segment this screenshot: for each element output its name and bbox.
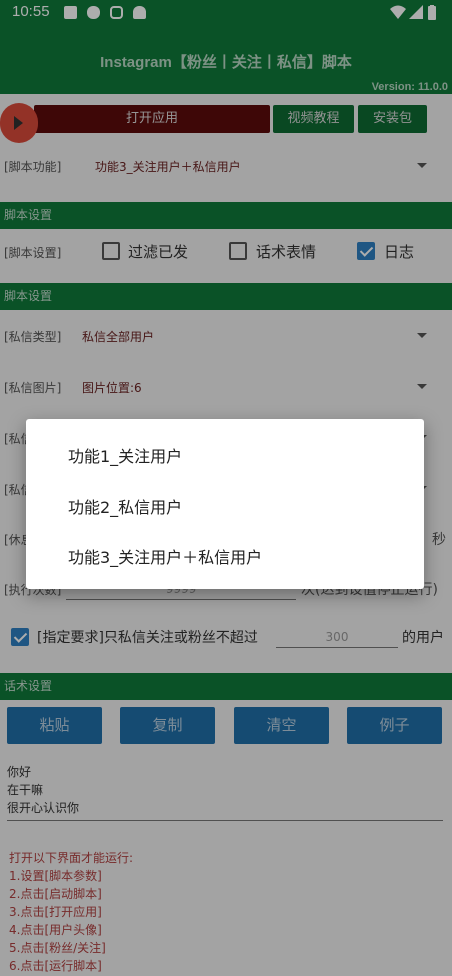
function-select-dialog: 功能1_关注用户 功能2_私信用户 功能3_关注用户＋私信用户 (26, 419, 424, 589)
dialog-option-follow-dm[interactable]: 功能3_关注用户＋私信用户 (68, 544, 262, 568)
dialog-option-dm[interactable]: 功能2_私信用户 (68, 494, 182, 518)
dialog-option-follow[interactable]: 功能1_关注用户 (68, 443, 182, 467)
